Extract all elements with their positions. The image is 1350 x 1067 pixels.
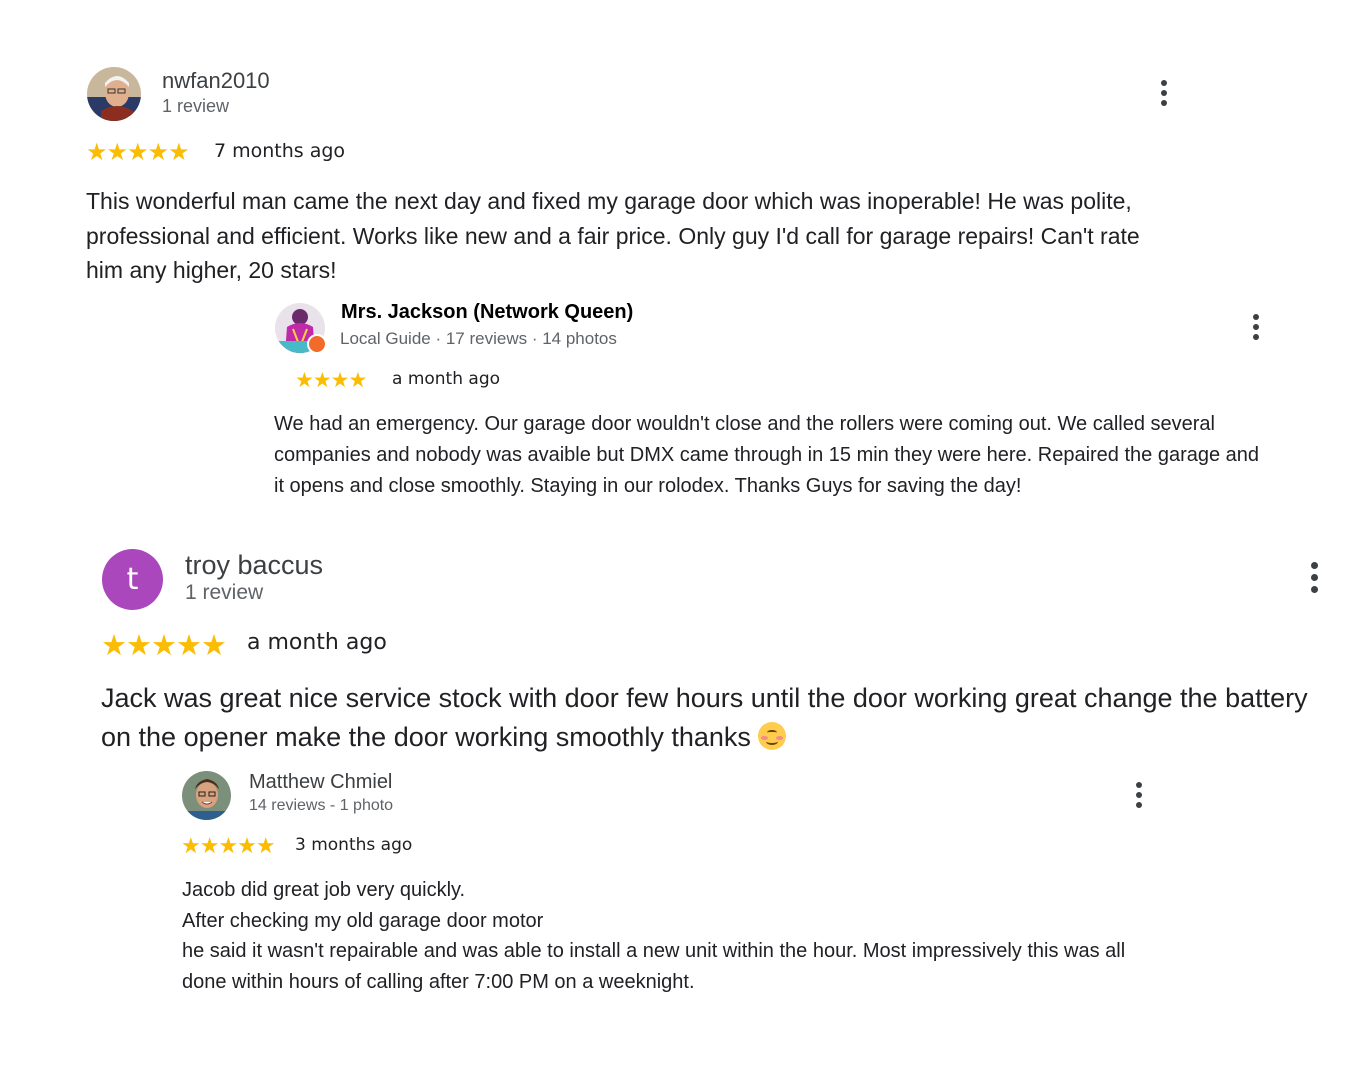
reviewer-name[interactable]: nwfan2010 [162,68,270,94]
review-paragraph: After checking my old garage door motor [182,909,544,932]
local-guide-badge-icon [307,334,327,354]
review-time: a month ago [392,369,501,389]
more-vert-icon[interactable] [1308,562,1320,593]
review-time: a month ago [247,630,387,655]
avatar[interactable] [182,771,231,820]
reviewer-name[interactable]: Mrs. Jackson (Network Queen) [341,301,633,324]
more-vert-icon[interactable] [1250,314,1262,340]
reviewer-meta[interactable]: 1 review [162,96,229,117]
star-rating: ★★★★★ [86,138,190,166]
star-rating: ★★★★★ [181,834,276,859]
reviewer-name[interactable]: Matthew Chmiel [249,771,392,794]
reviewer-meta[interactable]: 14 reviews - 1 photo [249,797,393,815]
review-paragraph: We had an emergency. Our garage door wou… [274,413,1260,497]
review-time: 3 months ago [295,835,413,855]
smiling-face-with-blush-emoji-icon [758,722,787,750]
more-vert-icon[interactable] [1133,782,1145,808]
review-text: We had an emergency. Our garage door wou… [274,409,1274,502]
reviewer-meta[interactable]: 1 review [185,581,263,605]
avatar[interactable]: t [102,549,163,610]
review-paragraph: Jack was great nice service stock with d… [101,679,1336,757]
star-rating: ★★★★★ [101,628,227,662]
review-time: 7 months ago [214,140,346,162]
review-text: Jacob did great job very quickly. After … [182,875,1157,997]
review-text: This wonderful man came the next day and… [86,184,1176,288]
reviewer-meta[interactable]: Local Guide · 17 reviews · 14 photos [340,329,617,349]
review-paragraph: This wonderful man came the next day and… [86,188,1140,283]
avatar[interactable] [87,67,141,121]
review-paragraph: Jacob did great job very quickly. [182,879,466,901]
reviewer-name[interactable]: troy baccus [185,550,323,581]
star-rating: ★★★★ [295,368,367,392]
review-sentence: Jack was great nice service stock with d… [101,683,1308,752]
review-text: Jack was great nice service stock with d… [101,679,1336,757]
more-vert-icon[interactable] [1158,80,1170,106]
review-paragraph: he said it wasn't repairable and was abl… [182,940,1126,993]
